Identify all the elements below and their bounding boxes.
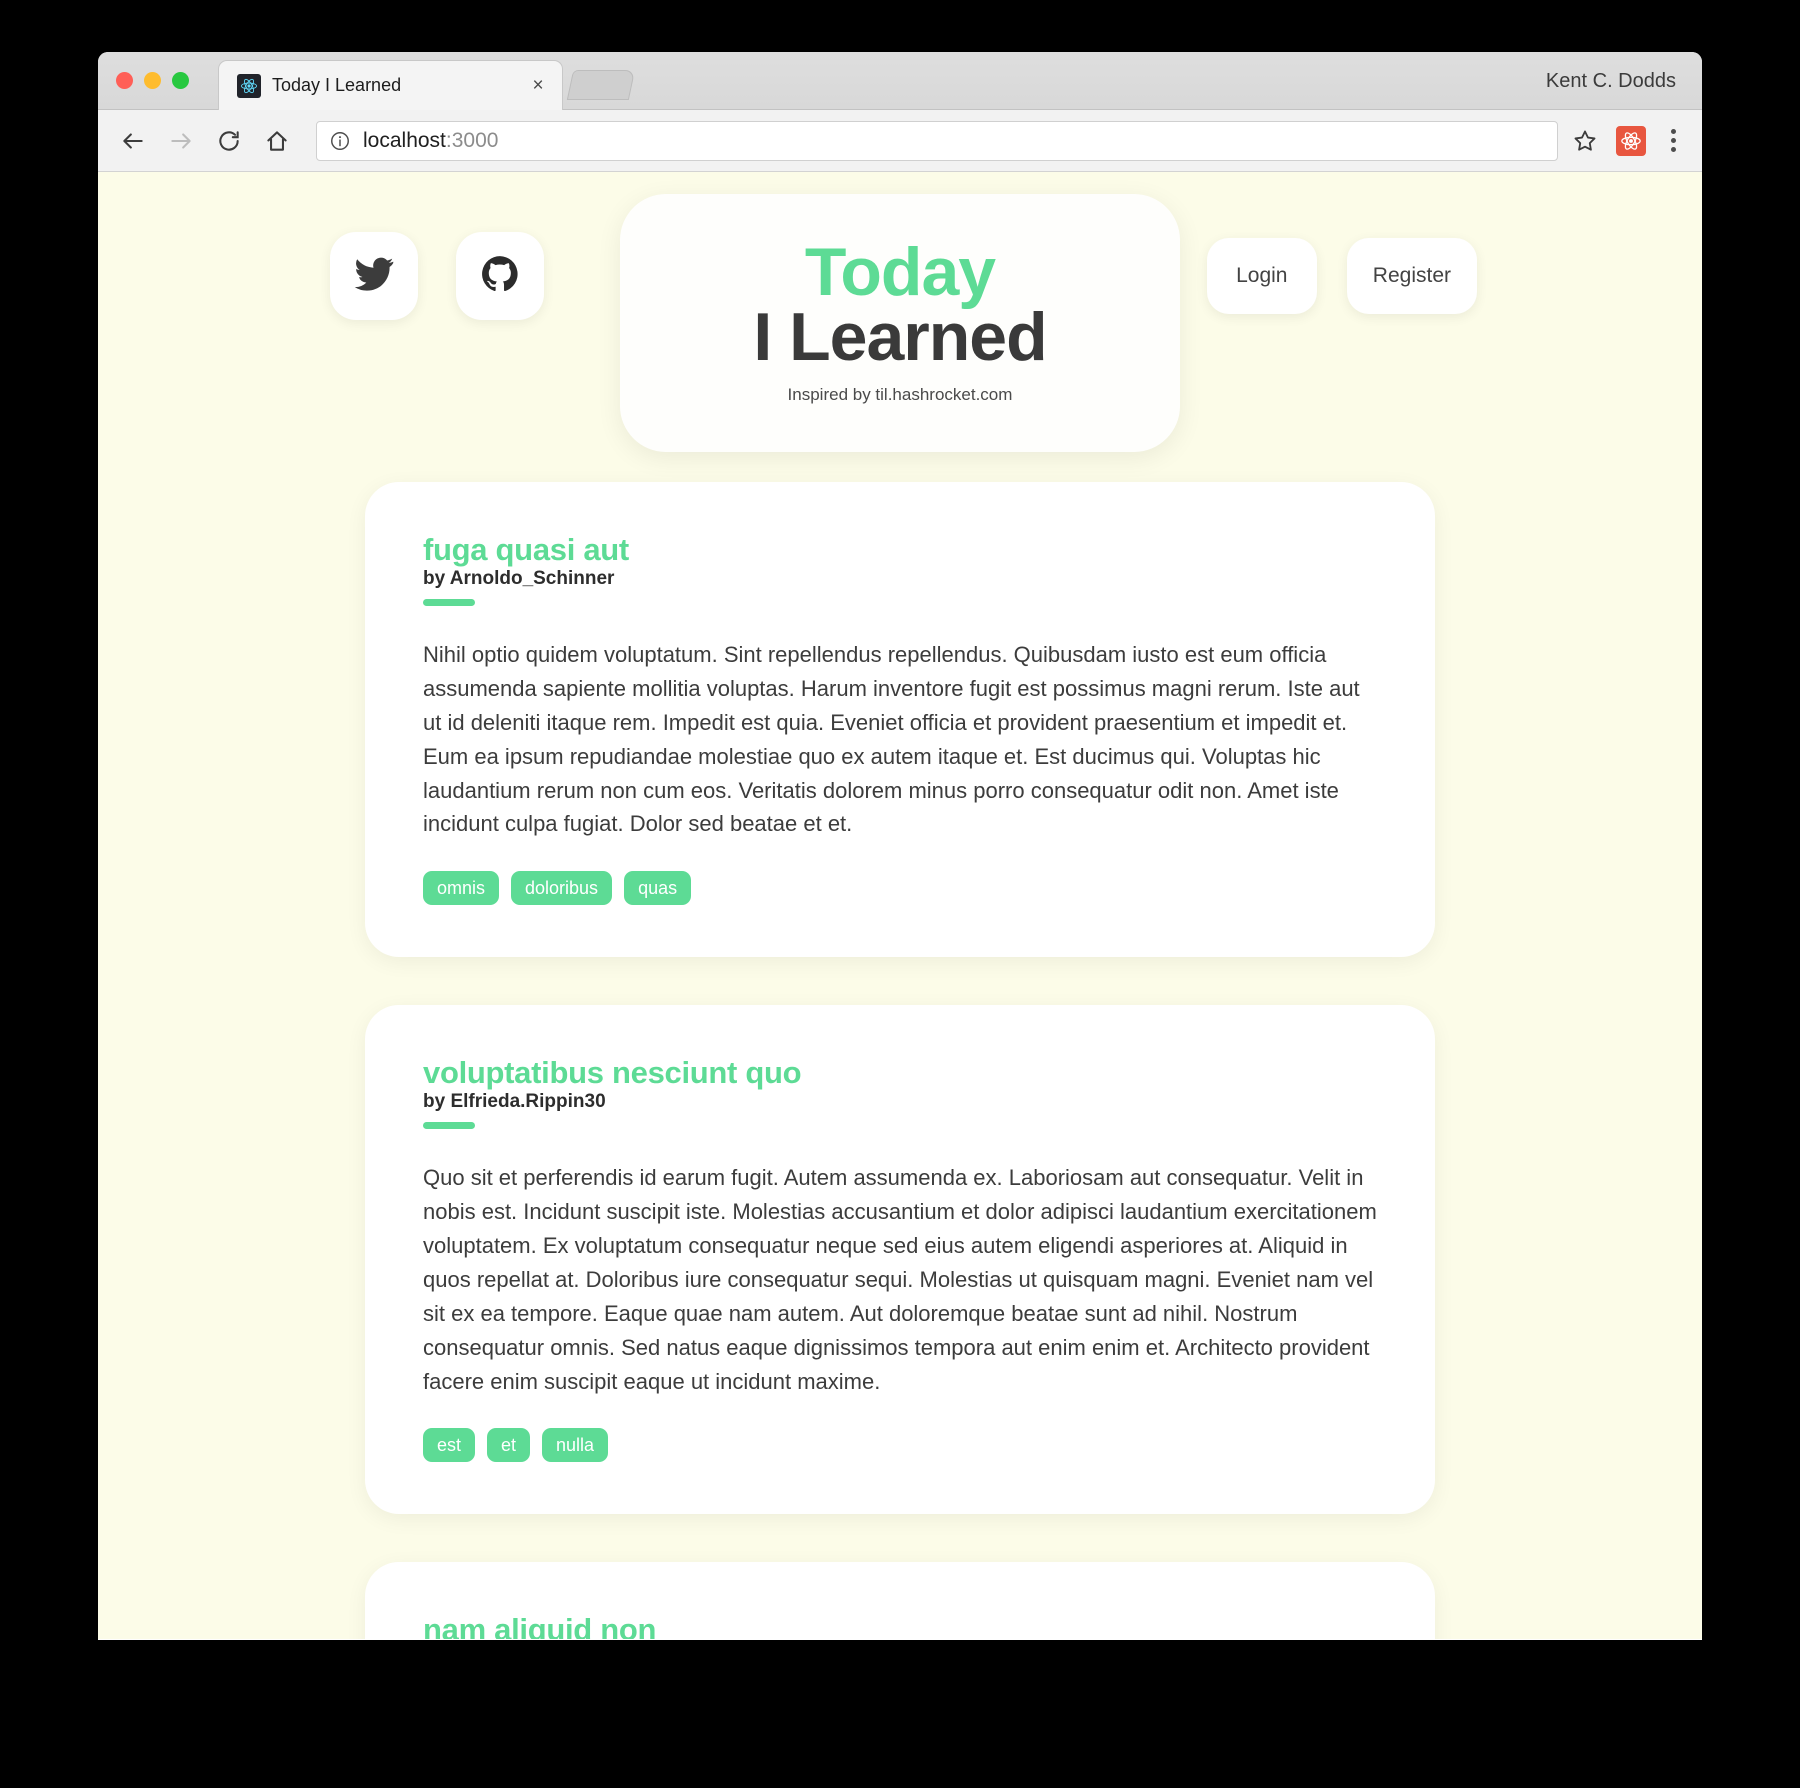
post-body: Quo sit et perferendis id earum fugit. A… [423, 1165, 1377, 1394]
social-links [330, 232, 544, 320]
menu-dot [1670, 129, 1676, 134]
post-body: Nihil optio quidem voluptatum. Sint repe… [423, 642, 1360, 837]
browser-toolbar: localhost:3000 [98, 110, 1702, 172]
address-bar[interactable]: localhost:3000 [316, 120, 1558, 161]
new-tab-button[interactable] [566, 70, 636, 100]
forward-arrow-icon [160, 120, 202, 162]
post-tag-list: omnis doloribus quas [423, 871, 1377, 906]
browser-tab[interactable]: Today I Learned × [218, 60, 563, 110]
login-button[interactable]: Login [1206, 238, 1317, 314]
post-tag[interactable]: et [487, 1428, 531, 1463]
close-window-button[interactable] [116, 72, 133, 89]
post-card: voluptatibus nesciunt quo by Elfrieda.Rip… [365, 1005, 1435, 1515]
github-icon [479, 253, 521, 300]
window-traffic-lights [116, 72, 189, 89]
post-author: by Elfrieda.Rippin30 [423, 1091, 606, 1113]
minimize-window-button[interactable] [144, 72, 161, 89]
social-link-twitter[interactable] [330, 232, 418, 320]
back-arrow-icon[interactable] [112, 120, 154, 162]
maximize-window-button[interactable] [172, 72, 189, 89]
post-tag[interactable]: quas [624, 871, 692, 906]
kebab-menu-icon[interactable] [1658, 124, 1688, 158]
post-tag[interactable]: doloribus [511, 871, 613, 906]
menu-dot [1670, 147, 1676, 152]
url-port: :3000 [445, 128, 499, 152]
window-user-label: Kent C. Dodds [1545, 70, 1676, 92]
home-icon[interactable] [256, 120, 298, 162]
brand-line-today: Today [804, 233, 996, 310]
twitter-icon [353, 253, 395, 300]
post-tag[interactable]: omnis [423, 871, 500, 906]
reload-icon[interactable] [208, 120, 250, 162]
page-viewport: Today I Learned Inspired by til.hashrock… [98, 172, 1702, 1639]
post-list: fuga quasi aut by Arnoldo_Schinner Nihil o… [98, 482, 1702, 1639]
star-outline-icon[interactable] [1568, 124, 1602, 158]
brand-line-i-learned: I Learned [753, 299, 1047, 376]
social-link-github[interactable] [456, 232, 544, 320]
auth-actions: Login Register [1206, 238, 1477, 314]
post-accent-rule [423, 599, 475, 606]
browser-window: Today I Learned × Kent C. Dodds localhos… [98, 52, 1702, 1640]
post-card: fuga quasi aut by Arnoldo_Schinner Nihil o… [365, 482, 1435, 958]
url-host: localhost [363, 128, 446, 152]
info-circle-icon[interactable] [329, 130, 351, 152]
post-author: by Arnoldo_Schinner [423, 568, 615, 589]
post-title[interactable]: fuga quasi aut [423, 532, 629, 567]
post-tag[interactable]: est [423, 1428, 476, 1463]
post-accent-rule [423, 1122, 475, 1130]
post-card: nam aliquid nonby Norris84Quia nisi non … [365, 1562, 1435, 1639]
menu-dot [1670, 138, 1676, 143]
react-devtools-icon[interactable] [1616, 125, 1646, 156]
post-tag[interactable]: nulla [542, 1428, 609, 1463]
tab-title: Today I Learned [272, 75, 402, 95]
url-text: localhost:3000 [363, 129, 498, 153]
brand-card: Today I Learned Inspired by til.hashrock… [620, 194, 1180, 452]
post-title[interactable]: nam aliquid non [423, 1612, 656, 1639]
post-title[interactable]: voluptatibus nesciunt quo [423, 1055, 802, 1090]
tab-strip: Today I Learned × Kent C. Dodds [98, 52, 1702, 110]
react-favicon [237, 73, 261, 98]
close-icon[interactable]: × [526, 74, 550, 98]
site-header: Today I Learned Inspired by til.hashrock… [98, 172, 1702, 482]
register-button[interactable]: Register [1346, 238, 1477, 314]
post-tag-list: est et nulla [423, 1428, 1377, 1463]
brand-tagline: Inspired by til.hashrocket.com [787, 385, 1013, 405]
